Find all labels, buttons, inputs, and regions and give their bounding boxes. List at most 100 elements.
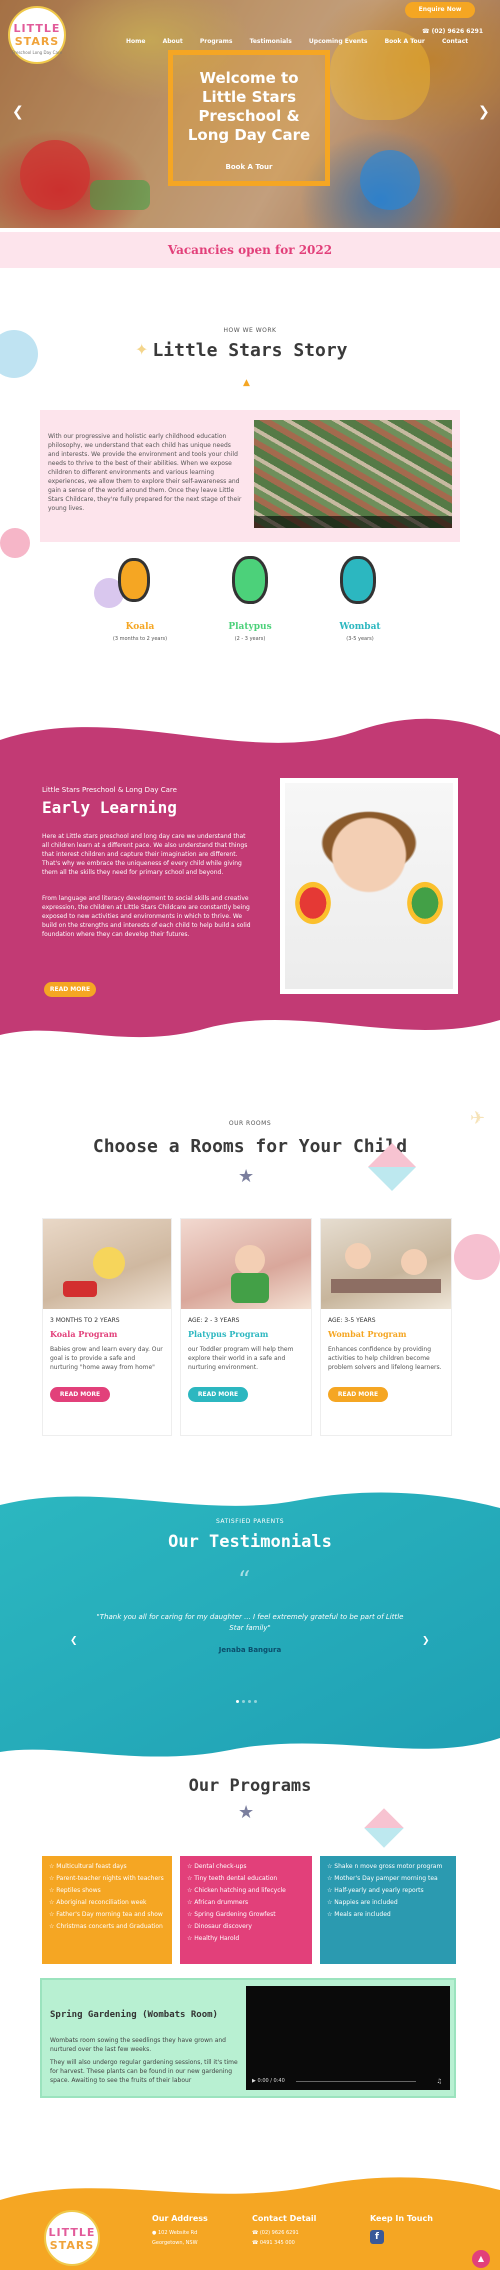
map-pin-icon: ●: [152, 2230, 157, 2236]
story-paragraph: With our progressive and holistic early …: [48, 433, 242, 512]
enquire-now-button[interactable]: Enquire Now: [405, 2, 475, 18]
header-phone[interactable]: ☎ (02) 9626 6291: [422, 28, 483, 35]
chevron-right-icon[interactable]: ❯: [478, 104, 490, 120]
program-item: ☆ Reptiles shows: [49, 1887, 101, 1894]
chevron-left-icon[interactable]: ❮: [12, 104, 24, 120]
age-group-range-koala: (3 months to 2 years): [112, 636, 168, 642]
footer-address: ● 102 Website Rd: [152, 2230, 198, 2236]
hero-banner: LITTLE STARS Preschool Long Day Care Hom…: [0, 0, 500, 228]
spring-video-player[interactable]: ▶ 0:00 / 0:40 ♫: [246, 1986, 450, 2090]
slider-dot[interactable]: [242, 1700, 245, 1703]
program-item: ☆ Half-yearly and yearly reports: [327, 1887, 424, 1894]
room-read-more-button[interactable]: READ MORE: [188, 1387, 248, 1402]
child-figure: [93, 1247, 125, 1279]
footer-logo[interactable]: LITTLE STARS: [44, 2210, 100, 2266]
early-paragraph-1: Here at Little stars preschool and long …: [42, 833, 248, 876]
room-age: AGE: 3-5 YEARS: [328, 1317, 376, 1324]
wombat-character-icon: [340, 556, 376, 604]
slider-dots: [236, 1688, 264, 1703]
divider-icon: ▲: [243, 378, 250, 388]
program-item: ☆ Tiny teeth dental education: [187, 1875, 278, 1882]
logo-text-line2: STARS: [49, 2239, 95, 2252]
toy-shape: [360, 150, 420, 210]
book-a-tour-button[interactable]: Book A Tour: [219, 159, 279, 175]
phone-icon: ☎: [252, 2240, 259, 2246]
nav-contact[interactable]: Contact: [442, 38, 468, 45]
program-item: ☆ Chicken hatching and lifecycle: [187, 1887, 286, 1894]
koala-character-icon: [118, 558, 150, 602]
program-item: ☆ Christmas concerts and Graduation: [49, 1923, 163, 1930]
nav-book-a-tour[interactable]: Book A Tour: [385, 38, 425, 45]
slider-dot[interactable]: [236, 1700, 239, 1703]
table-figure: [331, 1279, 441, 1293]
chevron-right-icon[interactable]: ❯: [422, 1636, 430, 1646]
rooms-kicker: OUR ROOMS: [228, 1120, 272, 1127]
footer-phone[interactable]: ☎ (02) 9626 6291: [252, 2230, 299, 2236]
rooms-title: Choose a Rooms for Your Child: [92, 1136, 408, 1157]
footer-phone-2[interactable]: ☎ 0491 345 000: [252, 2240, 295, 2246]
room-read-more-button[interactable]: READ MORE: [328, 1387, 388, 1402]
testimonials-title: Our Testimonials: [168, 1532, 332, 1552]
program-item: ☆ Dental check-ups: [187, 1863, 247, 1870]
age-group-name-wombat: Wombat: [339, 622, 381, 632]
early-read-more-button[interactable]: READ MORE: [44, 982, 96, 997]
star-icon: ★: [238, 1166, 255, 1187]
early-title: Early Learning: [42, 798, 177, 817]
child-shirt-figure: [231, 1273, 269, 1303]
girl-painted-hands-photo: [285, 783, 453, 989]
platypus-room-photo: [181, 1219, 311, 1309]
programs-list-3: ☆ Shake n move gross motor program ☆ Mot…: [320, 1856, 456, 1964]
spring-title: Spring Gardening (Wombats Room): [50, 2010, 218, 2020]
balloon-decoration: [454, 1234, 500, 1280]
room-description: Enhances confidence by providing activit…: [328, 1346, 442, 1371]
room-card-koala: 3 MONTHS TO 2 YEARS Koala Program Babies…: [42, 1218, 172, 1436]
video-controls[interactable]: [254, 516, 452, 528]
nav-programs[interactable]: Programs: [200, 38, 233, 45]
program-item: ☆ Aboriginal reconciliation week: [49, 1899, 147, 1906]
child-figure: [235, 1245, 265, 1275]
site-logo[interactable]: LITTLE STARS Preschool Long Day Care: [8, 6, 66, 64]
spring-paragraph-1: Wombats room sowing the seedlings they h…: [50, 2037, 226, 2053]
scroll-to-top-icon[interactable]: ▲: [472, 2250, 490, 2268]
aerial-video-thumbnail[interactable]: [254, 420, 452, 528]
room-name: Wombat Program: [328, 1329, 407, 1339]
nav-about[interactable]: About: [163, 38, 183, 45]
nav-home[interactable]: Home: [126, 38, 145, 45]
wombat-room-photo: [321, 1219, 451, 1309]
room-card-wombat: AGE: 3-5 YEARS Wombat Program Enhances c…: [320, 1218, 452, 1436]
slider-dot[interactable]: [254, 1700, 257, 1703]
balloon-decoration: [0, 528, 30, 558]
video-progress-bar[interactable]: [296, 2081, 416, 2082]
volume-icon[interactable]: ♫: [437, 2078, 442, 2085]
platypus-character-icon: [232, 556, 268, 604]
program-item: ☆ Spring Gardening Growfest: [187, 1911, 276, 1918]
toy-figure: [63, 1281, 97, 1297]
chevron-left-icon[interactable]: ❮: [70, 1636, 78, 1646]
child-figure: [345, 1243, 371, 1269]
facebook-icon[interactable]: f: [370, 2230, 384, 2244]
programs-title: Our Programs: [188, 1776, 312, 1796]
kite-icon: [364, 1808, 404, 1848]
slider-dot[interactable]: [248, 1700, 251, 1703]
program-item: ☆ Healthy Harold: [187, 1935, 240, 1942]
footer-address-title: Our Address: [152, 2214, 208, 2223]
phone-icon: ☎: [422, 28, 430, 35]
child-figure: [401, 1249, 427, 1275]
program-item: ☆ Meals are included: [327, 1911, 391, 1918]
nav-upcoming-events[interactable]: Upcoming Events: [309, 38, 368, 45]
nav-testimonials[interactable]: Testimonials: [250, 38, 292, 45]
video-time: 0:00 / 0:40: [257, 2078, 285, 2084]
program-item: ☆ Parent-teacher nights with teachers: [49, 1875, 164, 1882]
early-kicker: Little Stars Preschool & Long Day Care: [42, 786, 177, 794]
video-controls[interactable]: ▶ 0:00 / 0:40: [252, 2078, 285, 2084]
star-icon: ★: [238, 1802, 255, 1823]
logo-text-line2: STARS: [14, 35, 60, 48]
vacancy-banner: Vacancies open for 2022: [0, 232, 500, 268]
koala-room-photo: [43, 1219, 171, 1309]
phone-icon: ☎: [252, 2230, 259, 2236]
footer-contact-title: Contact Detail: [252, 2214, 317, 2223]
play-icon[interactable]: ▶: [252, 2078, 256, 2084]
room-read-more-button[interactable]: READ MORE: [50, 1387, 110, 1402]
room-description: Babies grow and learn every day. Our goa…: [50, 1346, 163, 1371]
quote-icon: “: [238, 1566, 251, 1594]
